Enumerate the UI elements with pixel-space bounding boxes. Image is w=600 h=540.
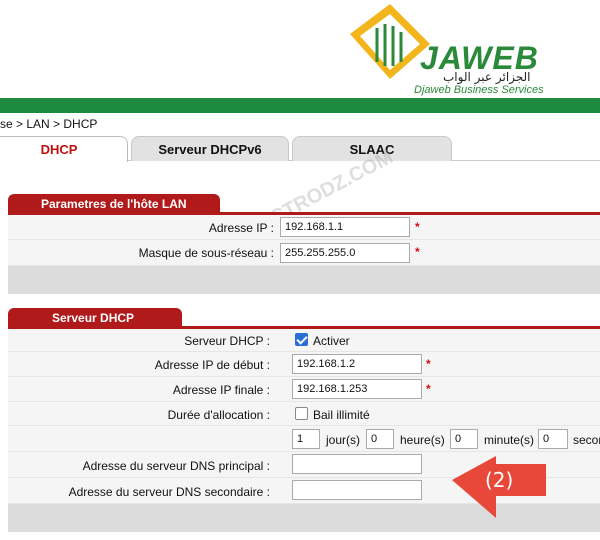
start-ip-row: Adresse IP de début : * — [8, 352, 600, 377]
activer-checkbox[interactable] — [295, 333, 308, 346]
required-mark: * — [426, 382, 431, 396]
hours-unit-label: heure(s) — [400, 433, 445, 447]
lease-days-input[interactable] — [292, 429, 320, 449]
dns-secondary-label: Adresse du serveur DNS secondaire : — [68, 485, 270, 499]
dhcp-server-label: Serveur DHCP : — [184, 334, 270, 348]
dns-primary-label: Adresse du serveur DNS principal : — [82, 459, 270, 473]
tab-dhcp[interactable]: DHCP — [0, 136, 128, 162]
lease-row: Durée d'allocation : Bail illimité — [8, 402, 600, 426]
unlimited-lease-label: Bail illimité — [313, 408, 370, 422]
unlimited-lease-checkbox[interactable] — [295, 407, 308, 420]
brand-subtitle: Djaweb Business Services — [414, 84, 544, 96]
required-mark: * — [415, 220, 420, 234]
subnet-mask-label: Masque de sous-réseau : — [138, 246, 274, 260]
start-ip-input[interactable] — [292, 354, 422, 374]
header-green-bar — [0, 98, 600, 113]
days-unit-label: jour(s) — [326, 433, 361, 447]
tab-dhcpv6[interactable]: Serveur DHCPv6 — [131, 136, 289, 161]
breadcrumb: se > LAN > DHCP — [0, 117, 98, 131]
callout-label: (2) — [485, 468, 514, 492]
activer-label: Activer — [313, 334, 350, 348]
ip-address-label: Adresse IP : — [208, 221, 274, 235]
brand-arabic: الجزائر عبر الواب — [443, 70, 531, 84]
start-ip-label: Adresse IP de début : — [154, 358, 270, 372]
lease-seconds-input[interactable] — [538, 429, 568, 449]
lan-panel-title: Parametres de l'hôte LAN — [8, 194, 220, 214]
dns-primary-input[interactable] — [292, 454, 422, 474]
dns-secondary-input[interactable] — [292, 480, 422, 500]
seconds-unit-label: secon — [573, 433, 600, 447]
lan-host-panel: Parametres de l'hôte LAN Adresse IP : * … — [8, 194, 600, 294]
lease-minutes-input[interactable] — [450, 429, 478, 449]
end-ip-row: Adresse IP finale : * — [8, 377, 600, 402]
tab-bar: DHCP Serveur DHCPv6 SLAAC — [0, 136, 600, 162]
required-mark: * — [415, 245, 420, 259]
required-mark: * — [426, 357, 431, 371]
lease-duration-row: jour(s) heure(s) minute(s) secon — [8, 426, 600, 452]
dhcp-server-row: Serveur DHCP : Activer — [8, 329, 600, 352]
lan-ip-row: Adresse IP : * — [8, 215, 600, 240]
end-ip-label: Adresse IP finale : — [172, 383, 270, 397]
lease-label: Durée d'allocation : — [167, 408, 270, 422]
lan-mask-row: Masque de sous-réseau : * — [8, 240, 600, 266]
header: JAWEB الجزائر عبر الواب Djaweb Business … — [0, 0, 600, 100]
minutes-unit-label: minute(s) — [484, 433, 535, 447]
dhcp-panel-title: Serveur DHCP — [8, 308, 182, 328]
subnet-mask-input[interactable] — [280, 243, 410, 263]
lease-hours-input[interactable] — [366, 429, 394, 449]
end-ip-input[interactable] — [292, 379, 422, 399]
lan-panel-footer — [8, 266, 600, 294]
ip-address-input[interactable] — [280, 217, 410, 237]
